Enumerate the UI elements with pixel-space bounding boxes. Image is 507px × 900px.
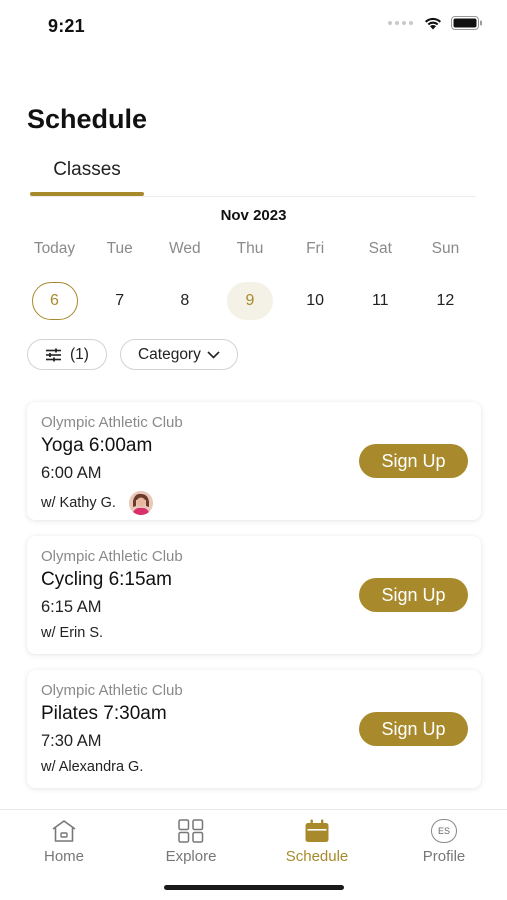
date-button[interactable]: 8 — [162, 282, 208, 320]
tabbar-label: Profile — [422, 848, 466, 865]
class-title: Cycling 6:15am — [41, 569, 172, 590]
date-button[interactable]: 7 — [97, 282, 143, 320]
battery-icon — [451, 16, 482, 30]
category-dropdown[interactable]: Category — [119, 339, 238, 370]
grid-icon — [178, 819, 204, 843]
tabbar-item-profile[interactable]: ES Profile — [399, 818, 489, 865]
class-card[interactable]: Olympic Athletic Club Cycling 6:15am 6:1… — [27, 536, 481, 654]
date-button[interactable]: 12 — [422, 282, 468, 320]
calendar-icon — [305, 819, 329, 842]
class-time: 6:15 AM — [41, 598, 102, 616]
tab-classes[interactable]: Classes — [30, 150, 144, 196]
weekday-label: Thu — [236, 240, 264, 257]
filter-row: (1) Category — [27, 339, 238, 370]
wifi-icon — [425, 17, 441, 30]
weekday-label: Sat — [368, 240, 392, 257]
tabbar-label: Home — [43, 848, 84, 865]
sign-up-button[interactable]: Sign Up — [359, 712, 468, 746]
date-row: 6 7 8 9 10 11 12 — [22, 282, 478, 320]
sign-up-button[interactable]: Sign Up — [359, 444, 468, 478]
instructor: w/ Alexandra G. — [41, 759, 143, 775]
signal-dots-icon — [388, 21, 413, 25]
filter-button[interactable]: (1) — [27, 339, 107, 370]
instructor: w/ Kathy G. — [41, 491, 153, 515]
profile-initials-icon: ES — [431, 819, 457, 843]
filter-count: (1) — [70, 345, 89, 363]
date-selected[interactable]: 9 — [226, 282, 273, 320]
instructor-name: w/ Alexandra G. — [41, 759, 144, 775]
weekday-row: Today Tue Wed Thu Fri Sat Sun — [22, 240, 478, 258]
tabbar-label: Explore — [165, 848, 217, 865]
class-title: Yoga 6:00am — [41, 435, 153, 456]
tabbar-label: Schedule — [285, 848, 349, 865]
club-name: Olympic Athletic Club — [41, 414, 183, 431]
weekday-label: Wed — [169, 240, 201, 257]
home-icon — [52, 820, 76, 842]
instructor-name: w/ Kathy G. — [41, 495, 116, 511]
weekday-label: Today — [33, 240, 76, 257]
chevron-down-icon — [207, 350, 220, 359]
class-card[interactable]: Olympic Athletic Club Yoga 6:00am 6:00 A… — [27, 402, 481, 520]
category-label: Category — [137, 345, 201, 363]
weekday-label: Sun — [431, 240, 460, 257]
tabbar-item-explore[interactable]: Explore — [146, 818, 236, 865]
date-button[interactable]: 11 — [357, 282, 403, 320]
month-label: Nov 2023 — [220, 207, 287, 224]
class-card[interactable]: Olympic Athletic Club Pilates 7:30am 7:3… — [27, 670, 481, 788]
club-name: Olympic Athletic Club — [41, 682, 183, 699]
home-indicator — [164, 885, 344, 890]
sign-up-button[interactable]: Sign Up — [359, 578, 468, 612]
club-name: Olympic Athletic Club — [41, 548, 183, 565]
status-bar: 9:21 — [0, 0, 507, 54]
tabbar-item-schedule[interactable]: Schedule — [272, 818, 362, 865]
sliders-icon — [46, 348, 61, 361]
date-today[interactable]: 6 — [31, 282, 78, 320]
instructor-name: w/ Erin S. — [41, 625, 104, 641]
instructor: w/ Erin S. — [41, 625, 103, 641]
instructor-avatar — [128, 491, 153, 515]
class-time: 7:30 AM — [41, 732, 102, 750]
weekday-label: Fri — [306, 240, 325, 257]
tabbar-item-home[interactable]: Home — [19, 818, 109, 865]
status-time: 9:21 — [48, 16, 85, 36]
status-icons — [388, 16, 483, 30]
weekday-label: Tue — [106, 240, 133, 257]
tab-bar: Classes — [30, 150, 476, 197]
tab-active-indicator — [30, 192, 144, 196]
class-title: Pilates 7:30am — [41, 703, 167, 724]
date-button[interactable]: 10 — [292, 282, 338, 320]
page-title: Schedule — [27, 104, 148, 134]
tab-label: Classes — [53, 159, 121, 180]
class-time: 6:00 AM — [41, 464, 102, 482]
